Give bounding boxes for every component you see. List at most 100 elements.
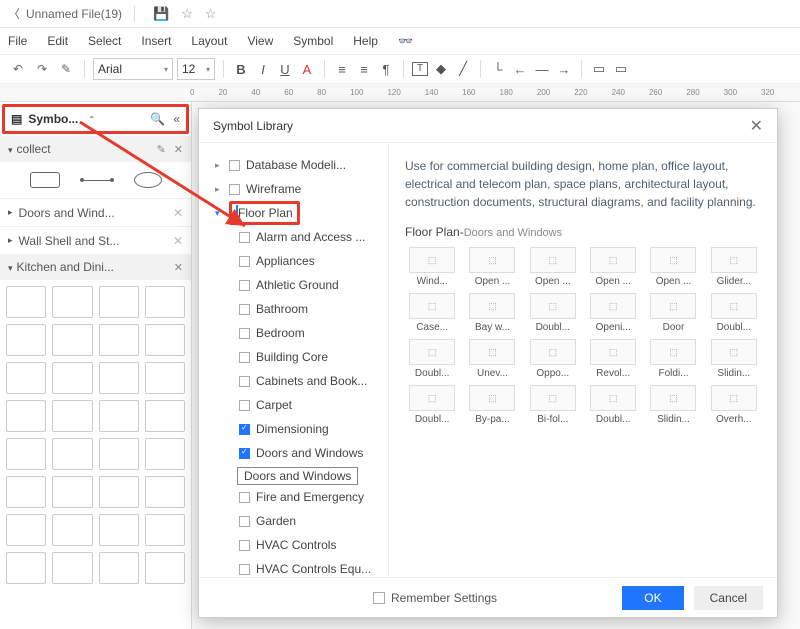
symbol-item[interactable]: ⬚Open ... bbox=[586, 247, 640, 287]
shape-cell[interactable] bbox=[145, 438, 185, 470]
menu-view[interactable]: View bbox=[247, 34, 273, 48]
menu-file[interactable]: File bbox=[8, 34, 27, 48]
valign-icon[interactable]: ≡ bbox=[355, 60, 373, 78]
back-icon[interactable]: 〈 bbox=[8, 5, 20, 22]
symbol-item[interactable]: ⬚Open ... bbox=[526, 247, 580, 287]
symbol-item[interactable]: ⬚Doubl... bbox=[405, 385, 459, 425]
text-box-icon[interactable]: T bbox=[412, 62, 428, 76]
menu-select[interactable]: Select bbox=[88, 34, 121, 48]
align-icon[interactable]: ≡ bbox=[333, 60, 351, 78]
shape-cell[interactable] bbox=[99, 400, 139, 432]
close-icon[interactable]: ✕ bbox=[173, 234, 183, 248]
symbol-item[interactable]: ⬚By-pa... bbox=[465, 385, 519, 425]
shape-cell[interactable] bbox=[6, 514, 46, 546]
shape-cell[interactable] bbox=[52, 400, 92, 432]
connector-icon[interactable]: └ bbox=[489, 60, 507, 78]
collapse-icon[interactable]: « bbox=[173, 112, 180, 126]
close-icon[interactable]: ✕ bbox=[174, 261, 183, 274]
tree-item[interactable]: Dimensioning bbox=[205, 417, 382, 441]
ok-button[interactable]: OK bbox=[622, 586, 683, 610]
brush-icon[interactable]: ✎ bbox=[56, 59, 76, 79]
tree-item[interactable]: Garden bbox=[205, 509, 382, 533]
sidebar-item-wall[interactable]: ▸Wall Shell and St... ✕ bbox=[0, 226, 191, 254]
symbol-item[interactable]: ⬚Openi... bbox=[586, 293, 640, 333]
tree-item[interactable]: Bathroom bbox=[205, 297, 382, 321]
fill-icon[interactable]: ◆ bbox=[432, 60, 450, 78]
edit-icon[interactable]: ✎ bbox=[157, 143, 166, 156]
symbol-item[interactable]: ⬚Open ... bbox=[465, 247, 519, 287]
shape-cell[interactable] bbox=[52, 476, 92, 508]
shape-cell[interactable] bbox=[6, 286, 46, 318]
tree-item[interactable]: Athletic Ground bbox=[205, 273, 382, 297]
close-icon[interactable]: ✕ bbox=[173, 206, 183, 220]
remember-settings-checkbox[interactable]: Remember Settings bbox=[373, 591, 497, 605]
shape-cell[interactable] bbox=[52, 324, 92, 356]
tree-item[interactable]: Carpet bbox=[205, 393, 382, 417]
rect-shape[interactable] bbox=[30, 172, 60, 188]
symbol-item[interactable]: ⬚Wind... bbox=[405, 247, 459, 287]
shape-cell[interactable] bbox=[99, 324, 139, 356]
ellipse-shape[interactable] bbox=[134, 172, 162, 188]
symbol-item[interactable]: ⬚Doubl... bbox=[405, 339, 459, 379]
shape-cell[interactable] bbox=[6, 400, 46, 432]
shape-cell[interactable] bbox=[52, 552, 92, 584]
arrow-start-icon[interactable]: ← bbox=[511, 60, 529, 78]
search-icon[interactable]: 🔍 bbox=[150, 112, 165, 126]
tree-item[interactable]: Appliances bbox=[205, 249, 382, 273]
line-icon[interactable]: ╱ bbox=[454, 60, 472, 78]
shape-cell[interactable] bbox=[6, 438, 46, 470]
close-icon[interactable]: ✕ bbox=[750, 116, 763, 136]
tree-item-floor-plan[interactable]: ▾ Floor Plan bbox=[205, 201, 382, 225]
menu-help[interactable]: Help bbox=[353, 34, 378, 48]
order-icon[interactable]: ▭ bbox=[590, 60, 608, 78]
shape-cell[interactable] bbox=[145, 552, 185, 584]
symbol-item[interactable]: ⬚Revol... bbox=[586, 339, 640, 379]
line-style-icon[interactable]: — bbox=[533, 60, 551, 78]
shape-cell[interactable] bbox=[99, 552, 139, 584]
tree-item[interactable]: Doors and Windows bbox=[205, 441, 382, 465]
shape-cell[interactable] bbox=[52, 438, 92, 470]
line-shape[interactable] bbox=[82, 180, 112, 181]
symbol-item[interactable]: ⬚Case... bbox=[405, 293, 459, 333]
selected-subcategory[interactable]: Doors and Windows bbox=[237, 467, 358, 485]
symbol-item[interactable]: ⬚Slidin... bbox=[646, 385, 700, 425]
group-icon[interactable]: ▭ bbox=[612, 60, 630, 78]
shape-cell[interactable] bbox=[6, 362, 46, 394]
redo-icon[interactable]: ↷ bbox=[32, 59, 52, 79]
symbol-item[interactable]: ⬚Doubl... bbox=[707, 293, 761, 333]
size-select[interactable]: 12▾ bbox=[177, 58, 215, 80]
symbol-item[interactable]: ⬚Door bbox=[646, 293, 700, 333]
bold-icon[interactable]: B bbox=[232, 60, 250, 78]
shape-cell[interactable] bbox=[6, 476, 46, 508]
italic-icon[interactable]: I bbox=[254, 60, 272, 78]
menu-insert[interactable]: Insert bbox=[141, 34, 171, 48]
glasses-icon[interactable]: 👓 bbox=[398, 34, 413, 48]
arrow-end-icon[interactable]: → bbox=[555, 60, 573, 78]
tree-item[interactable]: Cabinets and Book... bbox=[205, 369, 382, 393]
symbol-item[interactable]: ⬚Slidin... bbox=[707, 339, 761, 379]
underline-icon[interactable]: U bbox=[276, 60, 294, 78]
symbol-item[interactable]: ⬚Glider... bbox=[707, 247, 761, 287]
menu-symbol[interactable]: Symbol bbox=[293, 34, 333, 48]
export-icon[interactable]: ☆ bbox=[181, 6, 193, 22]
tree-item[interactable]: ▸Wireframe bbox=[205, 177, 382, 201]
cancel-button[interactable]: Cancel bbox=[694, 586, 763, 610]
shape-cell[interactable] bbox=[145, 400, 185, 432]
tree-item[interactable]: HVAC Controls bbox=[205, 533, 382, 557]
symbol-item[interactable]: ⬚Doubl... bbox=[586, 385, 640, 425]
symbol-item[interactable]: ⬚Bi-fol... bbox=[526, 385, 580, 425]
shape-cell[interactable] bbox=[145, 286, 185, 318]
tree-item[interactable]: Alarm and Access ... bbox=[205, 225, 382, 249]
shape-cell[interactable] bbox=[52, 514, 92, 546]
shape-cell[interactable] bbox=[52, 286, 92, 318]
spacing-icon[interactable]: ¶ bbox=[377, 60, 395, 78]
tree-item[interactable]: HVAC Controls Equ... bbox=[205, 557, 382, 577]
save-icon[interactable]: 💾 bbox=[153, 6, 169, 22]
tree-item[interactable]: Fire and Emergency bbox=[205, 485, 382, 509]
shape-cell[interactable] bbox=[99, 476, 139, 508]
menu-layout[interactable]: Layout bbox=[191, 34, 227, 48]
tree-item[interactable]: Bedroom bbox=[205, 321, 382, 345]
symbol-item[interactable]: ⬚Bay w... bbox=[465, 293, 519, 333]
menu-edit[interactable]: Edit bbox=[47, 34, 68, 48]
shape-cell[interactable] bbox=[145, 514, 185, 546]
